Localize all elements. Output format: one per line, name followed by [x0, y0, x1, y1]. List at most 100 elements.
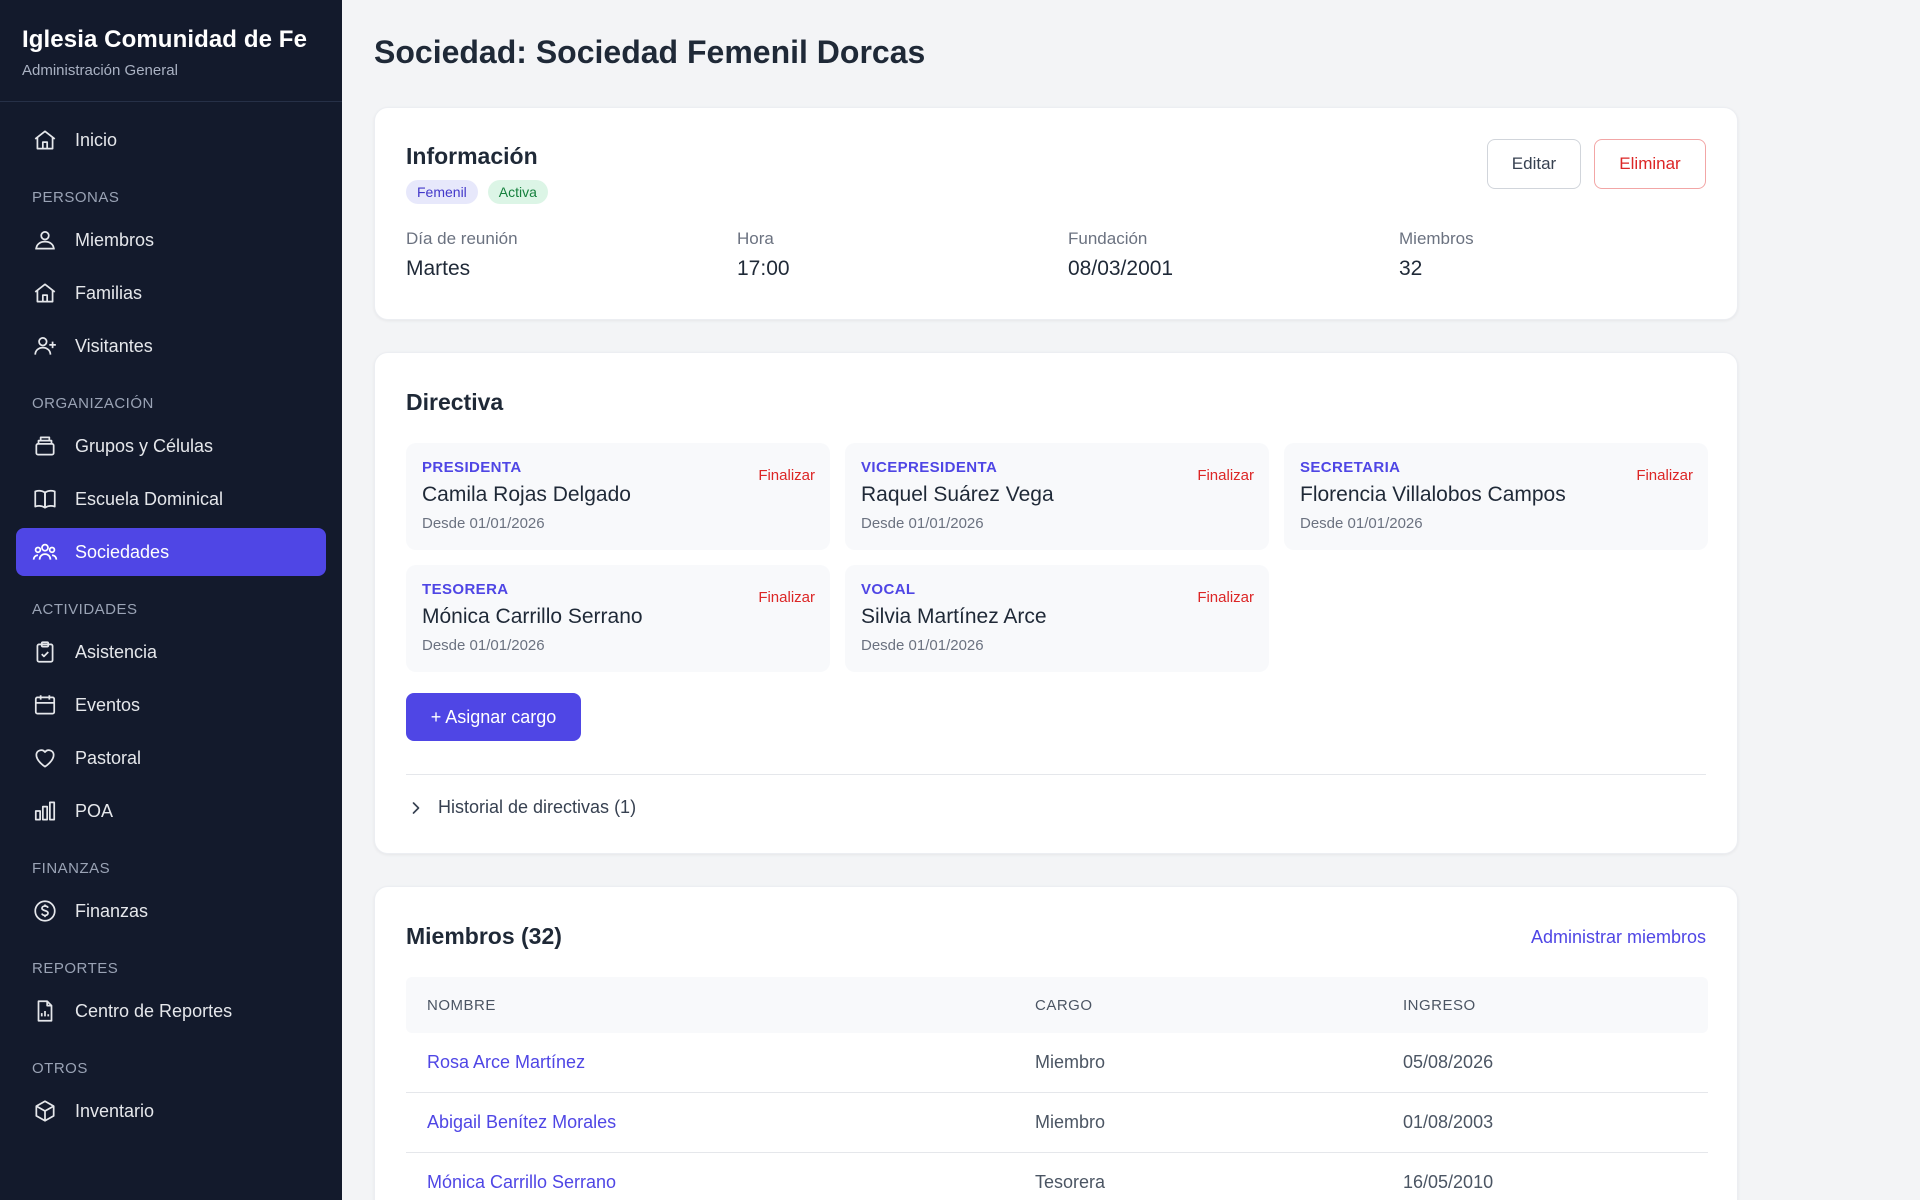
finalize-button[interactable]: Finalizar: [758, 467, 815, 484]
role-since: Desde 01/01/2026: [422, 515, 545, 532]
bar-chart-icon: [34, 801, 56, 821]
sidebar-item-label: Asistencia: [75, 641, 158, 662]
finalize-button[interactable]: Finalizar: [1197, 589, 1254, 606]
sidebar-item-escuela[interactable]: Escuela Dominical: [16, 475, 326, 523]
role-since: Desde 01/01/2026: [1300, 515, 1423, 532]
book-icon: [34, 489, 56, 509]
nav-section-otros: OTROS: [32, 1060, 88, 1077]
role-card-vicepresidenta: VICEPRESIDENTA Raquel Suárez Vega Desde …: [845, 443, 1269, 550]
finalize-button[interactable]: Finalizar: [1636, 467, 1693, 484]
sidebar: Iglesia Comunidad de Fe Administración G…: [0, 0, 342, 1200]
role-label: PRESIDENTA: [422, 459, 522, 476]
field-label: Miembros: [1399, 229, 1474, 248]
brand-subtitle: Administración General: [22, 62, 178, 79]
role-label: TESORERA: [422, 581, 509, 598]
sidebar-item-label: Visitantes: [75, 335, 153, 356]
info-card: Información Femenil Activa Editar Elimin…: [374, 107, 1738, 320]
field-label: Día de reunión: [406, 229, 518, 248]
members-title: Miembros (32): [406, 923, 562, 949]
member-name-link[interactable]: Mónica Carrillo Serrano: [427, 1172, 1035, 1193]
history-toggle[interactable]: Historial de directivas (1): [406, 797, 636, 818]
sidebar-item-label: Sociedades: [75, 541, 170, 562]
table-row: Abigail Benítez Morales Miembro 01/08/20…: [406, 1093, 1708, 1153]
nav-section-organizacion: ORGANIZACIÓN: [32, 395, 154, 412]
sidebar-item-sociedades[interactable]: Sociedades: [16, 528, 326, 576]
sidebar-item-inventario[interactable]: Inventario: [16, 1087, 326, 1135]
finalize-button[interactable]: Finalizar: [1197, 467, 1254, 484]
home-icon: [34, 130, 56, 150]
sidebar-item-visitantes[interactable]: Visitantes: [16, 322, 326, 370]
member-joined: 05/08/2026: [1403, 1052, 1494, 1072]
member-name-link[interactable]: Rosa Arce Martínez: [427, 1052, 1035, 1073]
info-title: Información: [406, 143, 538, 169]
role-person: Florencia Villalobos Campos: [1300, 483, 1566, 506]
role-since: Desde 01/01/2026: [861, 637, 984, 654]
brand-title: Iglesia Comunidad de Fe: [22, 26, 308, 53]
sidebar-item-poa[interactable]: POA: [16, 787, 326, 835]
sidebar-item-label: Pastoral: [75, 747, 142, 768]
role-person: Camila Rojas Delgado: [422, 483, 631, 506]
member-name-link[interactable]: Abigail Benítez Morales: [427, 1112, 1035, 1133]
delete-button[interactable]: Eliminar: [1594, 139, 1706, 189]
sidebar-item-miembros[interactable]: Miembros: [16, 216, 326, 264]
layers-icon: [35, 436, 55, 456]
sidebar-item-asistencia[interactable]: Asistencia: [16, 628, 326, 676]
assign-role-button[interactable]: + Asignar cargo: [406, 693, 581, 741]
group-icon: [32, 543, 58, 560]
sidebar-item-label: Inventario: [75, 1100, 155, 1121]
clipboard-check-icon: [36, 641, 54, 663]
sidebar-item-label: Escuela Dominical: [75, 488, 224, 509]
sidebar-item-inicio[interactable]: Inicio: [16, 116, 326, 164]
role-label: SECRETARIA: [1300, 459, 1401, 476]
sidebar-item-grupos[interactable]: Grupos y Células: [16, 422, 326, 470]
sidebar-item-label: Grupos y Células: [75, 435, 214, 456]
field-time: Hora 17:00: [737, 229, 1068, 281]
finalize-button[interactable]: Finalizar: [758, 589, 815, 606]
sidebar-item-label: Eventos: [75, 694, 141, 715]
column-header-role[interactable]: CARGO: [1035, 997, 1403, 1014]
role-since: Desde 01/01/2026: [422, 637, 545, 654]
badges: Femenil Activa: [406, 180, 548, 204]
sidebar-item-reportes[interactable]: Centro de Reportes: [16, 987, 326, 1035]
role-card-vocal: VOCAL Silvia Martínez Arce Desde 01/01/2…: [845, 565, 1269, 672]
edit-button[interactable]: Editar: [1487, 139, 1581, 189]
sidebar-item-label: Miembros: [75, 229, 155, 250]
column-header-name[interactable]: NOMBRE: [427, 997, 1035, 1014]
nav-section-personas: PERSONAS: [32, 189, 120, 206]
sidebar-item-label: Centro de Reportes: [75, 1000, 233, 1021]
role-label: VOCAL: [861, 581, 916, 598]
column-header-joined[interactable]: INGRESO: [1403, 997, 1687, 1014]
history-label: Historial de directivas (1): [438, 797, 637, 817]
directiva-title: Directiva: [406, 389, 504, 415]
sidebar-item-eventos[interactable]: Eventos: [16, 681, 326, 729]
role-card-secretaria: SECRETARIA Florencia Villalobos Campos D…: [1284, 443, 1708, 550]
sidebar-item-finanzas[interactable]: Finanzas: [16, 887, 326, 935]
sidebar-item-familias[interactable]: Familias: [16, 269, 326, 317]
member-joined: 01/08/2003: [1403, 1112, 1494, 1132]
nav-section-finanzas: FINANZAS: [32, 860, 111, 877]
field-value: 08/03/2001: [1068, 257, 1174, 280]
field-meeting-day: Día de reunión Martes: [406, 229, 737, 281]
role-person: Silvia Martínez Arce: [861, 605, 1047, 628]
role-since: Desde 01/01/2026: [861, 515, 984, 532]
status-badge: Activa: [487, 180, 548, 204]
page-title: Sociedad: Sociedad Femenil Dorcas: [374, 34, 926, 70]
member-role: Miembro: [1035, 1052, 1106, 1072]
role-label: VICEPRESIDENTA: [861, 459, 998, 476]
calendar-icon: [34, 695, 56, 715]
nav-section-reportes: REPORTES: [32, 960, 119, 977]
sidebar-item-label: Inicio: [75, 129, 118, 150]
directiva-card: Directiva PRESIDENTA Camila Rojas Delgad…: [374, 352, 1738, 854]
nav-section-actividades: ACTIVIDADES: [32, 601, 138, 618]
role-card-tesorera: TESORERA Mónica Carrillo Serrano Desde 0…: [406, 565, 830, 672]
sidebar-item-pastoral[interactable]: Pastoral: [16, 734, 326, 782]
divider: [406, 774, 1706, 775]
sidebar-item-label: Familias: [75, 282, 143, 303]
dollar-icon: [34, 900, 56, 922]
role-person: Raquel Suárez Vega: [861, 483, 1054, 506]
field-members: Miembros 32: [1399, 229, 1706, 281]
manage-members-link[interactable]: Administrar miembros: [1531, 927, 1706, 948]
report-icon: [37, 1000, 53, 1022]
info-fields: Día de reunión Martes Hora 17:00 Fundaci…: [406, 229, 1706, 281]
members-table: NOMBRE CARGO INGRESO Rosa Arce Martínez …: [406, 977, 1708, 1200]
